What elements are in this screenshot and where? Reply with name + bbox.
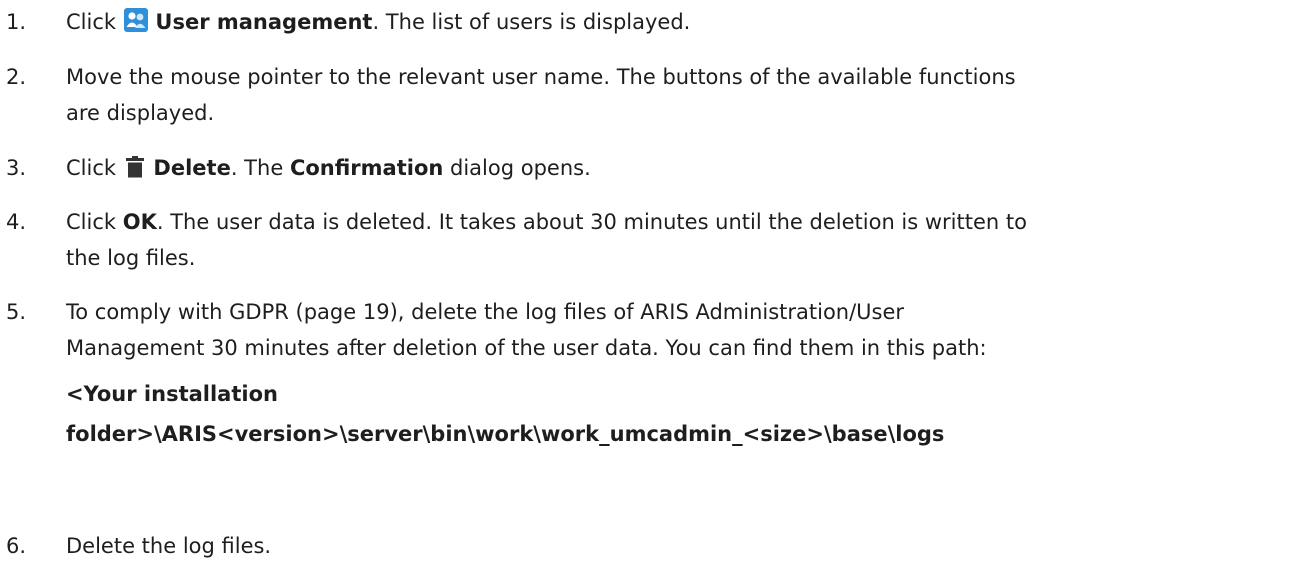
- log-path: <Your installation folder>\ARIS<version>…: [66, 382, 945, 446]
- ui-term: Delete: [153, 156, 231, 180]
- step-text: Click OK. The user data is deleted. It t…: [66, 210, 1027, 270]
- step-text: Move the mouse pointer to the relevant u…: [66, 65, 1016, 125]
- step-text: Click Delete. The Confirmation dialog op…: [66, 150, 1296, 190]
- ui-term: OK: [122, 210, 157, 234]
- step-text: Click User management. The list of users…: [66, 4, 1296, 44]
- gdpr-link[interactable]: GDPR (page 19): [229, 300, 398, 324]
- ui-term: User management: [155, 10, 373, 34]
- procedure-steps: 1. Click User management. The list of us…: [0, 0, 1304, 576]
- ui-term: Confirmation: [289, 156, 444, 180]
- step-text: Delete the log files.: [66, 534, 272, 558]
- step-text: To comply with GDPR (page 19), delete th…: [66, 294, 1296, 454]
- trash-icon: [123, 154, 147, 190]
- users-group-icon: [123, 7, 149, 44]
